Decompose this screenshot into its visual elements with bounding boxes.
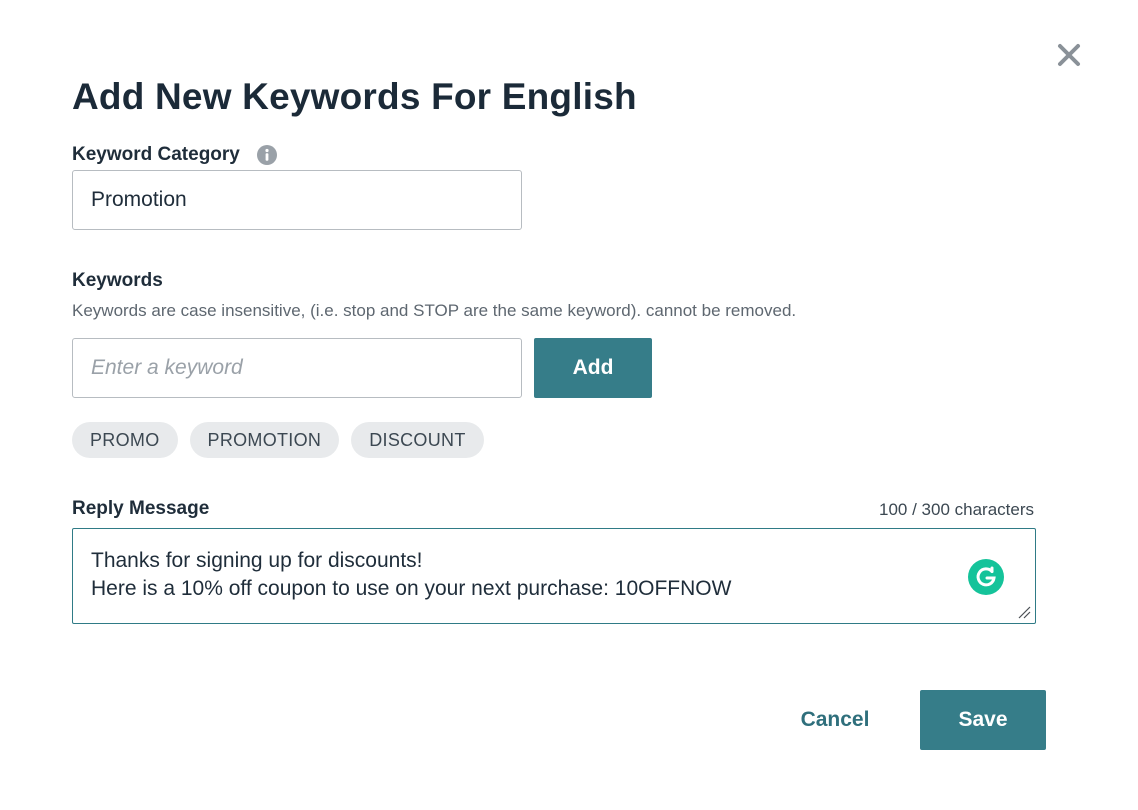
keyword-category-label: Keyword Category: [72, 144, 240, 165]
add-keyword-button[interactable]: Add: [534, 338, 652, 398]
resize-handle-icon[interactable]: [1017, 605, 1031, 619]
grammarly-icon[interactable]: [968, 559, 1004, 595]
reply-message-textarea[interactable]: Thanks for signing up for discounts! Her…: [72, 528, 1036, 624]
cancel-button[interactable]: Cancel: [780, 700, 890, 740]
reply-message-text: Thanks for signing up for discounts! Her…: [91, 547, 731, 603]
keyword-category-input[interactable]: [72, 170, 522, 230]
keywords-helper-text: Keywords are case insensitive, (i.e. sto…: [72, 301, 797, 320]
character-count: 100 / 300 characters: [879, 500, 1034, 519]
keyword-chip[interactable]: PROMOTION: [189, 422, 340, 458]
keywords-label: Keywords: [72, 270, 163, 291]
reply-message-label: Reply Message: [72, 498, 210, 519]
keyword-input[interactable]: [72, 338, 522, 398]
info-icon[interactable]: [256, 144, 278, 166]
keyword-chip[interactable]: DISCOUNT: [351, 422, 484, 458]
reply-line-2: Here is a 10% off coupon to use on your …: [91, 577, 732, 600]
close-icon[interactable]: [1054, 40, 1084, 70]
keyword-chips: PROMO PROMOTION DISCOUNT: [72, 422, 484, 458]
dialog-title: Add New Keywords For English: [72, 76, 637, 117]
reply-line-1: Thanks for signing up for discounts!: [91, 549, 423, 572]
save-button[interactable]: Save: [920, 690, 1046, 750]
keyword-chip[interactable]: PROMO: [72, 422, 178, 458]
